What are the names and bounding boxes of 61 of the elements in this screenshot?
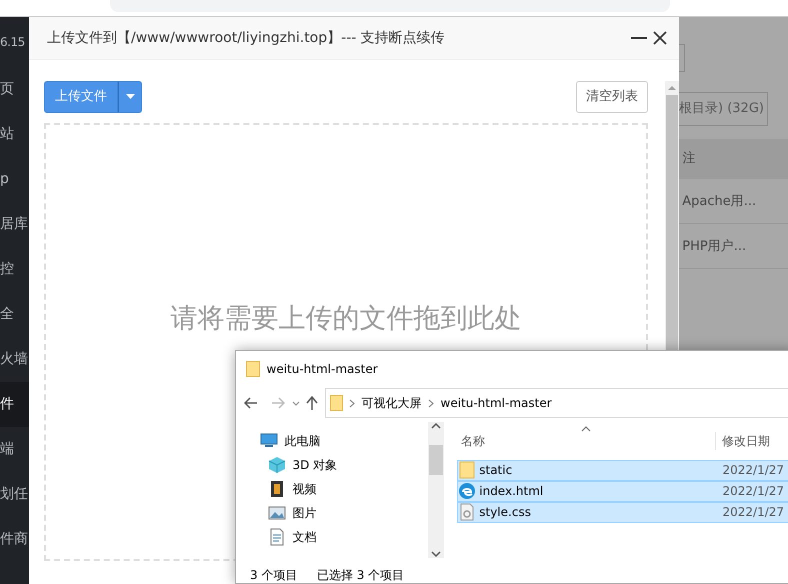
tree-item-label[interactable]: 此电脑 <box>284 432 320 450</box>
file-row[interactable]: static 2022/1/27 <box>457 460 788 480</box>
back-icon[interactable] <box>244 397 258 409</box>
file-row[interactable]: style.css 2022/1/27 <box>457 502 788 522</box>
sort-caret-icon <box>581 426 591 432</box>
path-segment[interactable]: weitu-html-master <box>440 394 552 412</box>
file-name: index.html <box>479 483 544 500</box>
sidebar-item[interactable]: 划任 <box>0 472 29 517</box>
table-cell: Apache用... <box>682 194 756 208</box>
sidebar-item[interactable]: 居库 <box>0 202 29 247</box>
chevron-right-icon <box>428 398 434 408</box>
path-bar[interactable]: 可视化大屏 weitu-html-master <box>324 388 788 418</box>
tree-item-label[interactable]: 3D 对象 <box>292 456 338 474</box>
item-count: 3 个项目 <box>250 567 298 583</box>
folder-icon <box>458 461 476 479</box>
clear-list-button[interactable]: 清空列表 <box>576 81 648 112</box>
tree-item-label[interactable]: 文档 <box>292 528 316 546</box>
cube-icon <box>268 456 286 474</box>
up-arrow-icon[interactable] <box>306 396 318 410</box>
tree-item-label[interactable]: 视频 <box>292 480 316 498</box>
file-date: 2022/1/27 <box>722 504 784 521</box>
file-name: style.css <box>479 504 531 521</box>
column-header: 注 <box>681 150 696 166</box>
dialog-title: 上传文件到【/www/wwwroot/liyingzhi.top】--- 支持断点续传 <box>47 28 446 48</box>
scroll-up-icon[interactable] <box>431 422 441 430</box>
sidebar-item[interactable]: 火墙 <box>0 337 29 382</box>
caret-icon <box>126 94 134 100</box>
file-date: 2022/1/27 <box>722 483 784 500</box>
chevron-down-icon[interactable] <box>292 400 300 406</box>
tree-item-label[interactable]: 图片 <box>292 504 316 522</box>
document-icon <box>268 528 286 546</box>
sidebar-item[interactable]: 控 <box>0 247 29 292</box>
scrollbar[interactable] <box>428 422 444 558</box>
server-label: 6.15 <box>0 34 26 51</box>
dropdown-button[interactable] <box>118 81 142 112</box>
path-segment[interactable]: 可视化大屏 <box>362 394 422 412</box>
chevron-right-icon <box>349 398 355 408</box>
table-cell: PHP用户... <box>682 238 746 254</box>
selection-count: 已选择 3 个项目 <box>316 567 404 583</box>
browser-file-icon <box>458 482 476 500</box>
sidebar-item[interactable]: 件商 <box>0 517 29 562</box>
sidebar-item[interactable]: p <box>0 157 29 202</box>
folder-icon <box>246 361 260 377</box>
picture-icon <box>268 504 286 522</box>
close-icon[interactable] <box>653 31 667 45</box>
scroll-down-icon[interactable] <box>431 550 441 558</box>
scroll-thumb[interactable] <box>429 445 443 476</box>
sidebar-item[interactable]: 页 <box>0 67 29 112</box>
window-title: weitu-html-master <box>266 361 378 378</box>
sidebar-item[interactable]: 全 <box>0 292 29 337</box>
file-date: 2022/1/27 <box>722 462 784 479</box>
film-icon <box>268 480 286 498</box>
file-name: static <box>479 462 512 479</box>
column-header[interactable]: 修改日期 <box>715 432 770 450</box>
drop-hint: 请将需要上传的文件拖到此处 <box>170 302 522 336</box>
computer-icon <box>260 432 278 450</box>
folder-icon <box>330 395 342 411</box>
file-row[interactable]: index.html 2022/1/27 <box>457 480 788 502</box>
sidebar-item[interactable]: 站 <box>0 112 29 157</box>
sidebar-item[interactable]: 端 <box>0 427 29 472</box>
sidebar-item[interactable]: 件 <box>0 382 29 427</box>
